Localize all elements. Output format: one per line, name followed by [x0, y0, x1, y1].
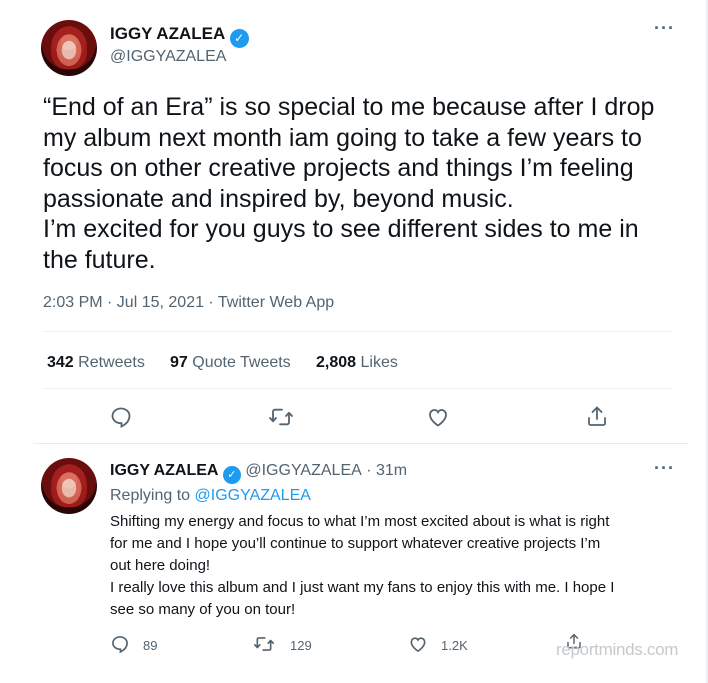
watermark: reportminds.com	[556, 640, 679, 659]
retweets-count: 342	[47, 354, 74, 371]
replying-to-handle[interactable]: @IGGYAZALEA	[195, 487, 311, 504]
quote-tweets-stat[interactable]: 97 Quote Tweets	[170, 354, 291, 372]
quotes-label: Quote Tweets	[192, 354, 291, 371]
main-tweet-timestamp[interactable]: 2:03 PM · Jul 15, 2021 · Twitter Web App	[43, 294, 334, 312]
tweet-card: IGGY AZALEA ✓ @IGGYAZALEA ··· “End of an…	[0, 0, 708, 683]
reply-count[interactable]: 89	[143, 638, 157, 653]
reply-icon[interactable]	[109, 405, 133, 429]
divider	[33, 443, 688, 444]
main-author[interactable]: IGGY AZALEA ✓	[110, 24, 249, 48]
retweet-icon[interactable]	[253, 634, 275, 654]
share-icon[interactable]	[585, 404, 609, 428]
reply-author-name[interactable]: IGGY AZALEA	[110, 462, 218, 479]
likes-stat[interactable]: 2,808 Likes	[316, 354, 398, 372]
reply-avatar[interactable]	[41, 458, 97, 514]
like-icon[interactable]	[426, 405, 450, 429]
more-options-icon[interactable]: ···	[654, 18, 675, 39]
reply-icon[interactable]	[110, 634, 130, 654]
reply-author[interactable]: IGGY AZALEA ✓ @IGGYAZALEA · 31m	[110, 462, 407, 484]
reply-author-handle[interactable]: @IGGYAZALEA	[245, 462, 361, 479]
main-avatar[interactable]	[41, 20, 97, 76]
retweets-stat[interactable]: 342 Retweets	[47, 354, 145, 372]
more-options-icon[interactable]: ···	[654, 458, 675, 479]
main-tweet-text: “End of an Era” is so special to me beca…	[43, 93, 655, 274]
main-author-name[interactable]: IGGY AZALEA	[110, 24, 225, 43]
quotes-count: 97	[170, 354, 188, 371]
verified-badge-icon: ✓	[229, 29, 249, 48]
retweet-count[interactable]: 129	[290, 638, 312, 653]
like-icon[interactable]	[408, 634, 428, 654]
replying-to: Replying to @IGGYAZALEA	[110, 487, 311, 505]
like-count[interactable]: 1.2K	[441, 638, 468, 653]
likes-label: Likes	[360, 354, 398, 371]
main-author-handle[interactable]: @IGGYAZALEA	[110, 48, 226, 66]
divider	[43, 388, 673, 389]
retweet-icon[interactable]	[268, 405, 294, 429]
replying-to-label: Replying to	[110, 487, 191, 504]
retweets-label: Retweets	[78, 354, 145, 371]
reply-tweet-text: Shifting my energy and focus to what I’m…	[110, 513, 615, 618]
reply-time[interactable]: · 31m	[366, 462, 407, 479]
likes-count: 2,808	[316, 354, 357, 371]
verified-badge-icon: ✓	[222, 466, 241, 484]
divider	[43, 331, 673, 332]
